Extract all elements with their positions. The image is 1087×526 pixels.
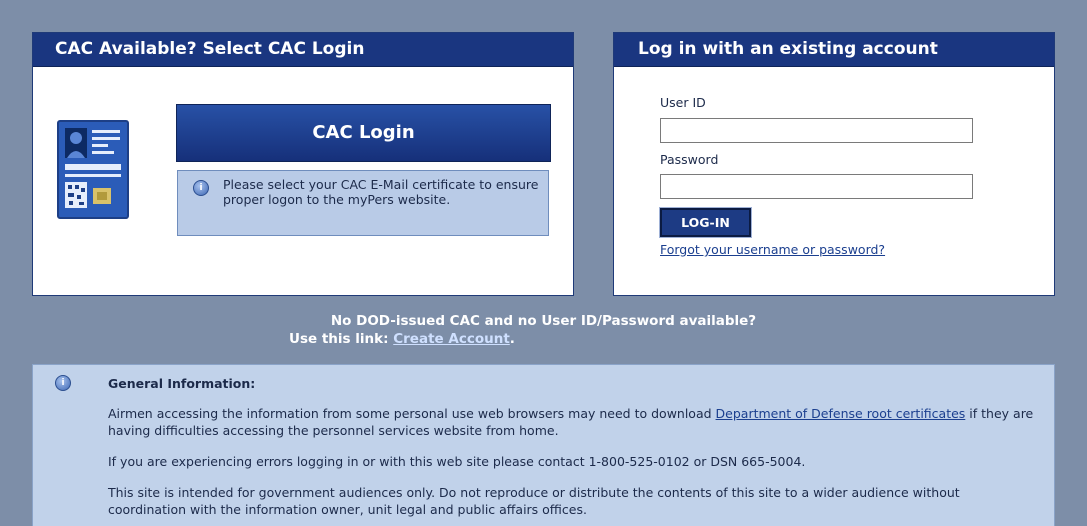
general-info-paragraph-3: This site is intended for government aud…: [108, 485, 960, 517]
cac-login-panel: CAC Available? Select CAC Login CAC Logi…: [32, 32, 574, 296]
general-information-box: i General Information: Airmen accessing …: [32, 364, 1055, 526]
general-info-paragraph-1: Airmen accessing the information from so…: [108, 405, 1038, 439]
cac-card-icon: [57, 120, 129, 219]
create-account-link[interactable]: Create Account: [393, 331, 510, 347]
general-information-title: General Information:: [108, 376, 256, 391]
user-id-label: User ID: [660, 95, 706, 110]
info-icon: i: [193, 180, 209, 196]
user-id-input[interactable]: [660, 118, 973, 143]
root-cert-prefix: Airmen accessing the information from so…: [108, 406, 712, 421]
cac-info-box: i Please select your CAC E-Mail certific…: [177, 170, 549, 236]
login-button[interactable]: LOG-IN: [659, 207, 752, 238]
cac-login-button[interactable]: CAC Login: [176, 104, 551, 162]
password-input[interactable]: [660, 174, 973, 199]
create-account-suffix: .: [509, 331, 515, 347]
no-cac-message: No DOD-issued CAC and no User ID/Passwor…: [330, 313, 757, 329]
info-icon: i: [55, 375, 71, 391]
login-panel-title: Log in with an existing account: [614, 33, 1054, 67]
forgot-credentials-link[interactable]: Forgot your username or password?: [660, 242, 885, 257]
account-login-panel: Log in with an existing account User ID …: [613, 32, 1055, 296]
dod-root-certificates-link[interactable]: Department of Defense root certificates: [716, 406, 966, 421]
password-label: Password: [660, 152, 719, 167]
cac-panel-title: CAC Available? Select CAC Login: [33, 33, 573, 67]
general-info-paragraph-2: If you are experiencing errors logging i…: [108, 454, 806, 469]
create-account-prefix: Use this link:: [289, 331, 389, 347]
cac-info-text: Please select your CAC E-Mail certificat…: [223, 177, 539, 207]
